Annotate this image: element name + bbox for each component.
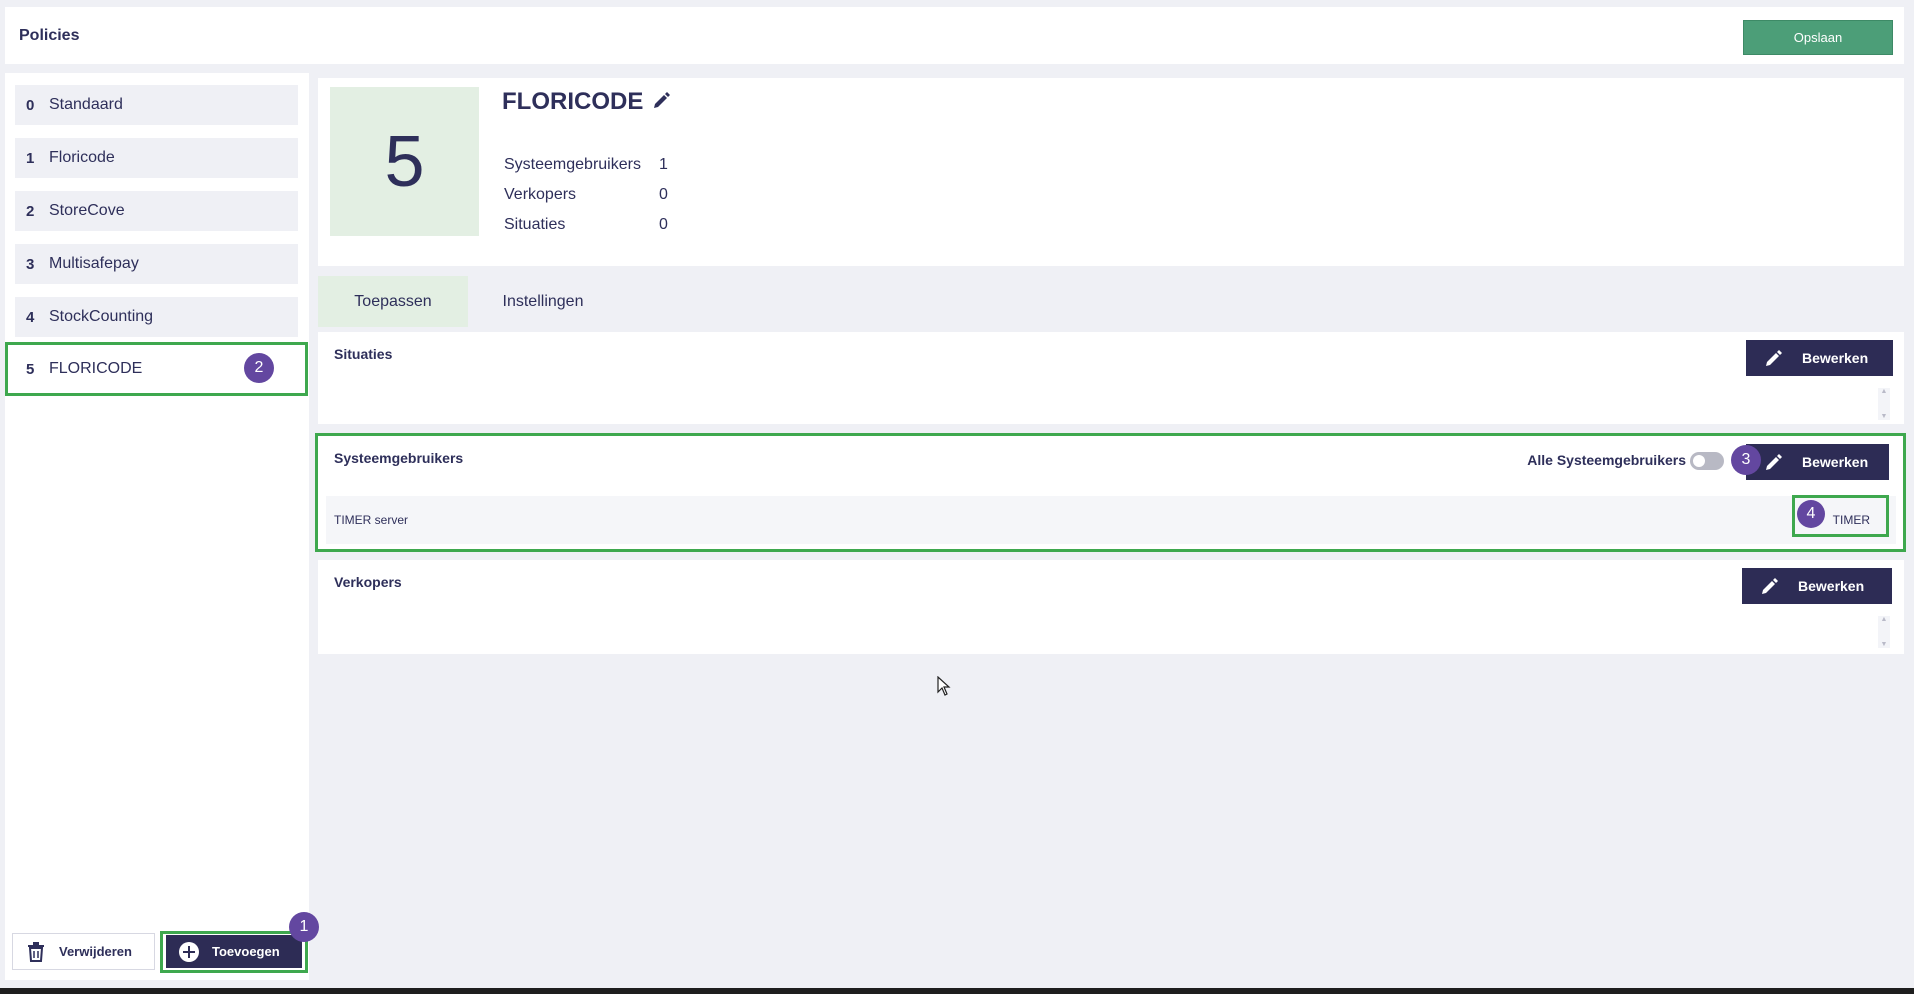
sidebar-actions: Verwijderen Toevoegen 1 — [5, 912, 319, 980]
policy-name: FLORICODE — [502, 88, 644, 115]
sidebar-item-number: 4 — [26, 308, 35, 326]
stat-value: 1 — [659, 156, 668, 173]
delete-button-label: Verwijderen — [59, 944, 132, 959]
delete-button[interactable]: Verwijderen — [12, 933, 155, 970]
system-user-name: TIMER server — [334, 513, 409, 527]
scrollbar[interactable]: ▲ ▼ — [1878, 388, 1890, 420]
all-system-users-label: Alle Systeemgebruikers — [1527, 452, 1686, 468]
edit-button-label: Bewerken — [1802, 454, 1869, 470]
page-title: Policies — [19, 27, 80, 44]
scrollbar[interactable]: ▲ ▼ — [1878, 616, 1890, 648]
sidebar-item-number: 0 — [26, 96, 35, 114]
situaties-title: Situaties — [334, 346, 393, 362]
trash-icon — [13, 941, 59, 962]
systeemgebruikers-edit-button[interactable]: Bewerken — [1746, 444, 1889, 480]
stat-label: Situaties — [504, 216, 566, 233]
pencil-icon — [1746, 349, 1802, 367]
policy-header: 5 FLORICODE Systeemgebruikers 1 Verkoper… — [318, 78, 1904, 266]
sidebar-item-label: Floricode — [49, 149, 115, 166]
annotation-badge-4: 4 — [1797, 500, 1825, 528]
sidebar-item-label: Multisafepay — [49, 255, 139, 272]
sidebar-item-number: 3 — [26, 255, 35, 273]
situaties-panel: Situaties Bewerken ▲ ▼ — [318, 332, 1904, 424]
sidebar-item-number: 2 — [26, 202, 35, 220]
sidebar-item-label: StoreCove — [49, 202, 125, 219]
system-user-tag: TIMER — [1832, 513, 1870, 527]
stat-label: Verkopers — [504, 186, 577, 203]
verkopers-title: Verkopers — [334, 574, 402, 590]
verkopers-edit-button[interactable]: Bewerken — [1742, 568, 1892, 604]
taskbar-edge — [0, 988, 1914, 994]
all-system-users-toggle[interactable] — [1690, 452, 1724, 470]
annotation-badge-1: 1 — [289, 912, 319, 942]
sidebar-item-label: StockCounting — [49, 308, 154, 325]
sidebar-item-number: 1 — [26, 149, 35, 167]
edit-button-label: Bewerken — [1798, 578, 1865, 594]
sidebar-item-label: Standaard — [49, 96, 123, 113]
systeemgebruikers-panel: Systeemgebruikers Alle Systeemgebruikers… — [318, 436, 1904, 550]
verkopers-panel: Verkopers Bewerken ▲ ▼ — [318, 560, 1904, 654]
top-bar: Policies Opslaan — [5, 7, 1904, 64]
annotation-badge-2: 2 — [244, 353, 274, 383]
pencil-icon[interactable] — [653, 88, 671, 116]
policy-name-row: FLORICODE — [502, 88, 671, 116]
annotation-badge-3: 3 — [1731, 445, 1761, 475]
stat-systeemgebruikers: Systeemgebruikers 1 — [504, 150, 668, 180]
stat-label: Systeemgebruikers — [504, 156, 641, 173]
sidebar-item-multisafepay[interactable]: 3 Multisafepay — [15, 244, 298, 284]
systeemgebruikers-title: Systeemgebruikers — [334, 450, 464, 466]
stat-value: 0 — [659, 216, 668, 233]
sidebar-item-standaard[interactable]: 0 Standaard — [15, 85, 298, 125]
stat-situaties: Situaties 0 — [504, 210, 668, 240]
plus-circle-icon — [166, 941, 212, 963]
sidebar-item-storecove[interactable]: 2 StoreCove — [15, 191, 298, 231]
add-button[interactable]: Toevoegen — [166, 935, 302, 968]
situaties-edit-button[interactable]: Bewerken — [1746, 340, 1893, 376]
stat-value: 0 — [659, 186, 668, 203]
pencil-icon — [1742, 577, 1798, 595]
tab-toepassen[interactable]: Toepassen — [318, 276, 468, 327]
stat-verkopers: Verkopers 0 — [504, 180, 668, 210]
policy-stats: Systeemgebruikers 1 Verkopers 0 Situatie… — [504, 150, 668, 240]
tab-instellingen[interactable]: Instellingen — [468, 276, 618, 327]
policy-sidebar: 0 Standaard 1 Floricode 2 StoreCove 3 Mu… — [5, 73, 319, 980]
toggle-knob — [1693, 455, 1705, 467]
sidebar-item-floricode[interactable]: 1 Floricode — [15, 138, 298, 178]
policy-number: 5 — [330, 87, 479, 236]
sidebar-item-number: 5 — [26, 360, 35, 378]
list-item[interactable]: TIMER server TIMER — [326, 496, 1896, 544]
save-button[interactable]: Opslaan — [1743, 20, 1893, 55]
mouse-cursor-icon — [937, 675, 951, 701]
sidebar-item-label: FLORICODE — [49, 360, 143, 377]
add-button-label: Toevoegen — [212, 944, 280, 959]
edit-button-label: Bewerken — [1802, 350, 1869, 366]
sidebar-item-stockcounting[interactable]: 4 StockCounting — [15, 297, 298, 337]
